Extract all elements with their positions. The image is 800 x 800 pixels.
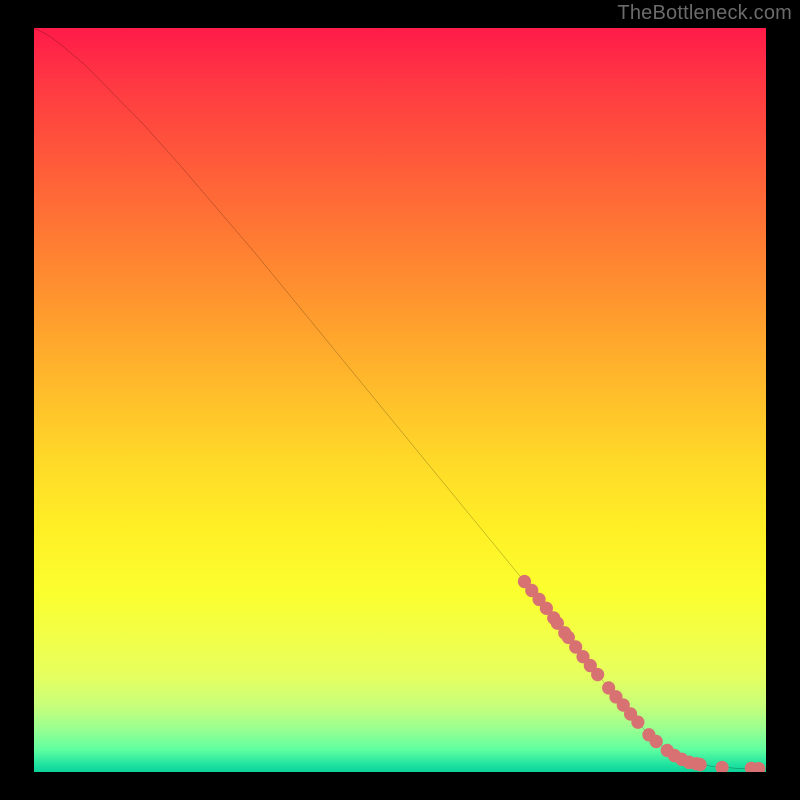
marker-group bbox=[518, 575, 765, 772]
plot-area bbox=[34, 28, 766, 772]
plot-inner bbox=[34, 28, 766, 772]
chart-frame: TheBottleneck.com bbox=[0, 0, 800, 800]
bottleneck-curve bbox=[34, 28, 766, 769]
curve-marker bbox=[591, 668, 604, 681]
curve-marker bbox=[715, 761, 728, 772]
attribution-text: TheBottleneck.com bbox=[617, 2, 792, 25]
curve-marker bbox=[694, 758, 707, 771]
curve-marker bbox=[650, 735, 663, 748]
chart-overlay bbox=[34, 28, 766, 772]
curve-marker bbox=[631, 715, 644, 728]
